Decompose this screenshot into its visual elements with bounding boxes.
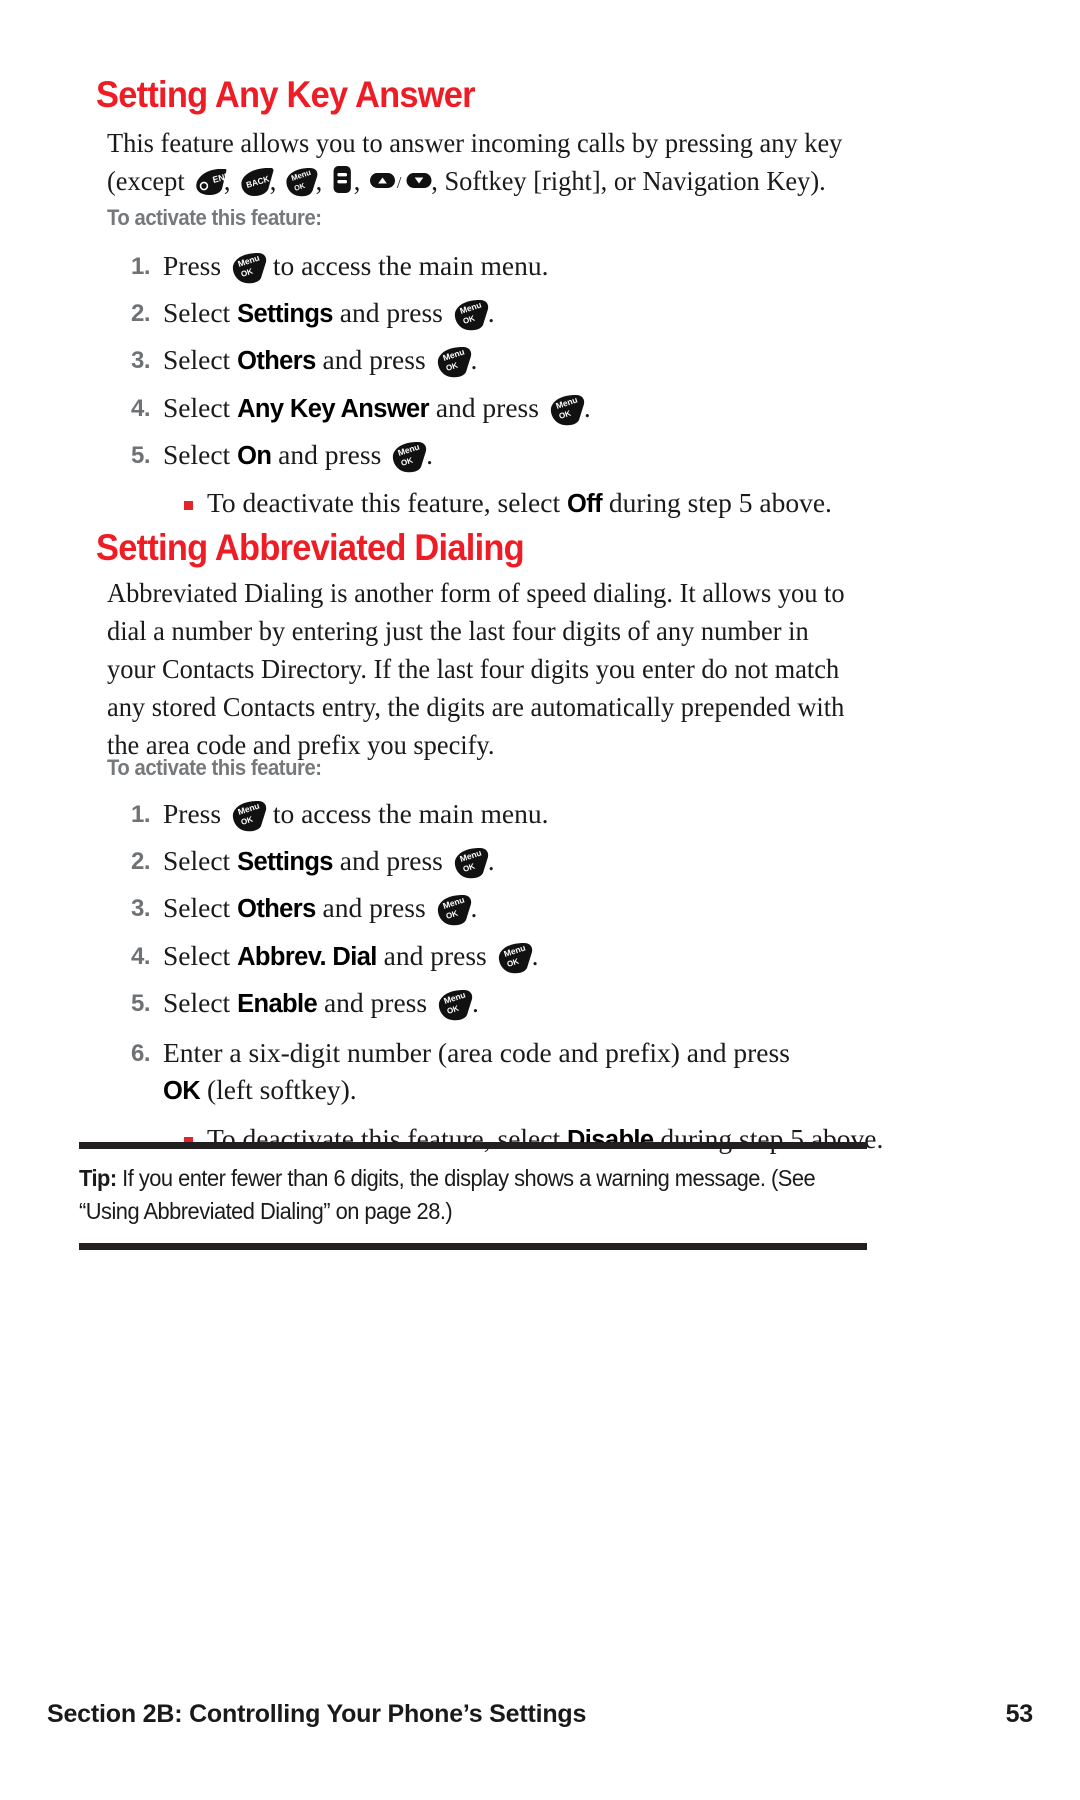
step-text-pre: Select: [163, 296, 238, 328]
list-item: 6. Enter a six-digit number (area code a…: [0, 1034, 1080, 1110]
intro-paragraph-abbrev: Abbreviated Dialing is another form of s…: [107, 577, 845, 760]
manual-page: Setting Any Key Answer This feature allo…: [0, 0, 1080, 1800]
intro-paragraph-any-key: This feature allows you to answer incomi…: [107, 124, 858, 200]
list-item: 1. Press Menu OK to access the main menu…: [0, 797, 1080, 832]
step-number: 6.: [130, 1039, 151, 1067]
to-activate-label-2: To activate this feature:: [107, 755, 322, 780]
menu-term: Abbrev. Dial: [237, 942, 377, 971]
tip-body: If you enter fewer than 6 digits, the di…: [79, 1165, 816, 1224]
menu-ok-key-icon: Menu OK: [230, 253, 267, 284]
deactivate-note-any-key: To deactivate this feature, select Off d…: [0, 486, 1080, 521]
menu-ok-key-icon: Menu OK: [285, 168, 318, 197]
step-number: 2.: [130, 847, 151, 875]
step-text-mid: and press: [332, 296, 450, 328]
tip-box: Tip: If you enter fewer than 6 digits, t…: [79, 1142, 867, 1250]
back-key-icon: BACK: [239, 168, 274, 196]
step-number: 1.: [130, 801, 151, 828]
square-bullet-icon: [184, 500, 193, 510]
step-text-post: to access the main menu.: [265, 798, 549, 829]
step-text-pre: Select: [163, 892, 238, 923]
step-number: 5.: [130, 442, 151, 469]
menu-term: Enable: [237, 990, 318, 1018]
menu-ok-key-icon: Menu OK: [452, 299, 488, 330]
step-text-mid: and press: [315, 892, 433, 923]
softkey-term: OK: [163, 1076, 201, 1105]
to-activate-label-1: To activate this feature:: [107, 205, 322, 230]
page-footer: Section 2B: Controlling Your Phone’s Set…: [47, 1700, 1033, 1729]
svg-text:/: /: [397, 173, 402, 192]
step-text-pre: Select: [163, 344, 238, 375]
list-key-icon: [332, 166, 351, 195]
tip-text: Tip: If you enter fewer than 6 digits, t…: [79, 1162, 868, 1228]
step-text-pre: Press: [163, 798, 228, 829]
list-item: 5. Select Enable and press Menu OK .: [0, 986, 1080, 1021]
step-text-pre: Select: [163, 987, 238, 1018]
menu-ok-key-icon: Menu OK: [452, 847, 488, 878]
volume-keys-icon: /: [369, 170, 432, 194]
step-text-continuation: OK (left softkey).: [163, 1071, 1080, 1110]
list-item: 3. Select Others and press Menu OK .: [0, 891, 1080, 926]
menu-ok-key-icon: Menu OK: [390, 442, 427, 473]
step-text-mid: and press: [271, 439, 389, 470]
note-text-pre: To deactivate this feature, select: [207, 486, 567, 518]
menu-ok-key-icon: Menu OK: [496, 942, 532, 973]
footer-page-number: 53: [1005, 1700, 1034, 1728]
menu-term: Settings: [237, 299, 333, 328]
step-text-pre: Press: [163, 250, 228, 281]
tip-label: Tip:: [79, 1165, 117, 1191]
page-title-any-key-answer: Setting Any Key Answer: [96, 74, 476, 115]
step-number: 5.: [130, 990, 151, 1017]
step-text-mid: and press: [376, 939, 494, 971]
comma-sep-4: ,: [353, 165, 367, 196]
list-item: 1. Press Menu OK to access the main menu…: [0, 249, 1080, 284]
menu-ok-key-icon: Menu OK: [548, 394, 585, 425]
menu-term: Others: [237, 347, 316, 375]
intro-text-after-keys: , Softkey [right], or Navigation Key).: [431, 165, 826, 196]
end-key-icon: END: [193, 169, 228, 195]
step-number: 1.: [130, 253, 151, 280]
page-title-abbreviated-dialing: Setting Abbreviated Dialing: [96, 527, 525, 568]
step-number: 2.: [130, 299, 151, 327]
step-text-post: to access the main menu.: [265, 250, 549, 281]
step-number: 4.: [130, 394, 151, 422]
step-text-pre: Select: [163, 391, 238, 423]
step-text-pre: Select: [163, 939, 238, 971]
step-text-mid: (left softkey).: [200, 1073, 357, 1105]
menu-ok-key-icon: Menu OK: [230, 801, 267, 832]
menu-term: Others: [237, 895, 316, 923]
step-text-mid: and press: [428, 391, 546, 423]
menu-ok-key-icon: Menu OK: [436, 990, 473, 1021]
menu-ok-key-icon: Menu OK: [435, 895, 471, 926]
list-item: 2. Select Settings and press Menu OK .: [0, 844, 1080, 879]
step-text-mid: and press: [332, 844, 450, 876]
menu-term: Any Key Answer: [237, 394, 429, 423]
steps-list-any-key: 1. Press Menu OK to access the main menu…: [0, 249, 1080, 521]
menu-term: Settings: [237, 847, 333, 876]
step-text-mid: and press: [317, 987, 434, 1018]
list-item: 2. Select Settings and press Menu OK .: [0, 296, 1080, 331]
step-number: 4.: [130, 942, 151, 970]
menu-ok-key-icon: Menu OK: [435, 347, 471, 378]
step-text-pre: Select: [163, 844, 238, 876]
menu-term: Off: [566, 489, 603, 518]
step-number: 3.: [130, 895, 151, 922]
menu-term: On: [237, 442, 272, 470]
step-text-mid: and press: [315, 344, 433, 375]
step-text-pre: Select: [163, 439, 238, 470]
footer-section-title: Section 2B: Controlling Your Phone’s Set…: [47, 1700, 587, 1728]
note-text-post: during step 5 above.: [602, 486, 832, 518]
list-item: 5. Select On and press Menu OK .: [0, 438, 1080, 473]
list-item: 4. Select Any Key Answer and press Menu …: [0, 391, 1080, 426]
list-item: 3. Select Others and press Menu OK .: [0, 343, 1080, 378]
list-item: 4. Select Abbrev. Dial and press Menu OK…: [0, 939, 1080, 974]
steps-list-abbrev: 1. Press Menu OK to access the main menu…: [0, 797, 1080, 1157]
step-number: 3.: [130, 347, 151, 374]
step-text-pre: Enter a six-digit number (area code and …: [163, 1036, 790, 1068]
